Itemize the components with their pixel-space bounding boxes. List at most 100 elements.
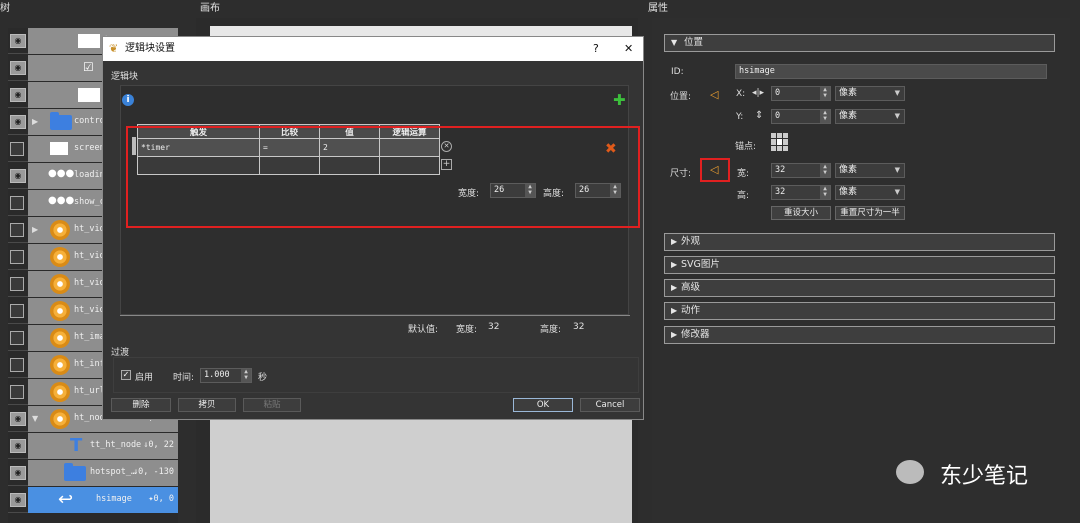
size-link-icon[interactable]: ◁ <box>710 163 718 176</box>
visibility-checkbox[interactable] <box>10 304 24 318</box>
folder-icon <box>50 112 72 130</box>
paste-button[interactable]: 粘贴 <box>243 398 301 412</box>
hotspot-icon <box>50 301 70 321</box>
chevron-right-icon: ▶ <box>671 330 678 339</box>
h-input[interactable]: 32 ▲ ▼ <box>771 185 831 200</box>
section-collapsed[interactable]: ▶ 修改器 <box>664 326 1055 344</box>
eye-icon[interactable]: ◉ <box>10 439 26 453</box>
visibility-checkbox[interactable] <box>10 250 24 264</box>
anchor-grid[interactable] <box>771 133 789 151</box>
folder-icon <box>64 463 86 481</box>
dots-icon: ●●● <box>48 168 75 179</box>
eye-icon[interactable]: ◉ <box>10 61 26 75</box>
chevron-down-icon[interactable]: ▼ <box>32 414 38 423</box>
props-panel-title: 属性 <box>648 3 668 14</box>
section-collapsed[interactable]: ▶ 外观 <box>664 233 1055 251</box>
logic-highlight-box <box>126 126 640 228</box>
tree-panel-title: 树 <box>0 3 10 14</box>
close-button[interactable]: ✕ <box>624 37 633 61</box>
ok-button[interactable]: OK <box>513 398 573 412</box>
h-unit-select[interactable]: 像素 ▼ <box>835 185 905 200</box>
x-stepper[interactable]: ▲ ▼ <box>820 87 830 100</box>
visibility-checkbox[interactable] <box>10 223 24 237</box>
visibility-checkbox[interactable] <box>10 196 24 210</box>
tree-row[interactable]: ◉ Ttt_ht_node ⇓0, 22 <box>8 433 178 459</box>
section-position[interactable]: ▼ 位置 <box>664 34 1055 52</box>
default-height-value: 32 <box>573 322 585 332</box>
help-button[interactable]: ? <box>593 37 599 61</box>
id-field[interactable]: hsimage <box>735 64 1047 79</box>
y-input[interactable]: 0 ▲ ▼ <box>771 109 831 124</box>
w-unit-value: 像素 <box>839 165 858 175</box>
visibility-checkbox[interactable] <box>10 277 24 291</box>
w-value: 32 <box>775 165 786 175</box>
eye-icon[interactable]: ◉ <box>10 115 26 129</box>
y-drag-icon[interactable]: ⇕ <box>755 110 763 121</box>
tree-row-label: ht_url <box>74 386 105 396</box>
eye-icon[interactable]: ◉ <box>10 466 26 480</box>
canvas-lower-area[interactable] <box>210 420 632 523</box>
time-stepper[interactable]: ▲ ▼ <box>241 369 251 382</box>
hotspot-icon <box>50 247 70 267</box>
tree-row[interactable]: ◉ hotspot_… ⇓0, -130 <box>8 460 178 486</box>
default-height-label: 高度: <box>540 325 562 335</box>
w-stepper[interactable]: ▲ ▼ <box>820 164 830 177</box>
delete-button[interactable]: 删除 <box>111 398 171 412</box>
enable-checkbox[interactable]: ✓ <box>121 370 131 380</box>
divider <box>120 315 630 316</box>
add-icon[interactable]: ✚ <box>613 91 626 109</box>
chevron-right-icon: ▶ <box>671 283 678 292</box>
copy-button[interactable]: 拷贝 <box>178 398 236 412</box>
w-unit-select[interactable]: 像素 ▼ <box>835 163 905 178</box>
x-input[interactable]: 0 ▲ ▼ <box>771 86 831 101</box>
h-unit-value: 像素 <box>839 187 858 197</box>
eye-icon[interactable]: ◉ <box>10 412 26 426</box>
chevron-right-icon[interactable]: ▶ <box>32 117 38 126</box>
text-icon: T <box>70 435 83 456</box>
arrow-back-icon: ↩ <box>58 489 74 510</box>
h-stepper[interactable]: ▲ ▼ <box>820 186 830 199</box>
chevron-right-icon[interactable]: ▶ <box>32 225 38 234</box>
chevron-down-icon: ▼ <box>894 112 900 120</box>
tree-row[interactable]: ◉ ↩ hsimage ✦0, 0 <box>8 487 178 513</box>
eye-icon[interactable]: ◉ <box>10 493 26 507</box>
section-collapsed[interactable]: ▶ SVG图片 <box>664 256 1055 274</box>
id-label: ID: <box>671 67 684 77</box>
default-label: 默认值: <box>408 325 439 335</box>
cancel-button[interactable]: Cancel <box>580 398 640 412</box>
rectangle-icon <box>50 142 68 155</box>
half-size-button[interactable]: 重置尺寸为一半 <box>835 206 905 220</box>
x-drag-icon[interactable]: ◂|▸ <box>752 88 764 98</box>
x-unit-value: 像素 <box>839 88 858 98</box>
w-input[interactable]: 32 ▲ ▼ <box>771 163 831 178</box>
default-width-label: 宽度: <box>456 325 478 335</box>
y-stepper[interactable]: ▲ ▼ <box>820 110 830 123</box>
time-input[interactable]: 1.000 ▲ ▼ <box>200 368 252 383</box>
info-icon[interactable]: i <box>122 94 134 106</box>
tree-row-coord: ✦0, 0 <box>148 494 174 504</box>
time-value: 1.000 <box>204 370 230 380</box>
reset-size-button[interactable]: 重设大小 <box>771 206 831 220</box>
chevron-down-icon: ▼ <box>894 89 900 97</box>
visibility-checkbox[interactable] <box>10 385 24 399</box>
section-collapsed[interactable]: ▶ 高级 <box>664 279 1055 297</box>
visibility-checkbox[interactable] <box>10 142 24 156</box>
position-link-icon[interactable]: ◁ <box>710 88 718 101</box>
default-width-value: 32 <box>488 322 500 332</box>
eye-icon[interactable]: ◉ <box>10 169 26 183</box>
size-label: 尺寸: <box>670 169 692 179</box>
dialog-titlebar: ❦ 逻辑块设置 ? ✕ <box>103 37 643 61</box>
section-collapsed[interactable]: ▶ 动作 <box>664 302 1055 320</box>
h-label: 高: <box>737 191 750 201</box>
x-unit-select[interactable]: 像素 ▼ <box>835 86 905 101</box>
eye-icon[interactable]: ◉ <box>10 88 26 102</box>
tree-row-coord: ⇓0, -130 <box>133 467 174 477</box>
hotspot-icon <box>50 220 70 240</box>
chevron-down-icon: ▼ <box>671 38 678 47</box>
y-unit-value: 像素 <box>839 111 858 121</box>
x-value: 0 <box>775 88 781 98</box>
eye-icon[interactable]: ◉ <box>10 34 26 48</box>
visibility-checkbox[interactable] <box>10 358 24 372</box>
y-unit-select[interactable]: 像素 ▼ <box>835 109 905 124</box>
visibility-checkbox[interactable] <box>10 331 24 345</box>
